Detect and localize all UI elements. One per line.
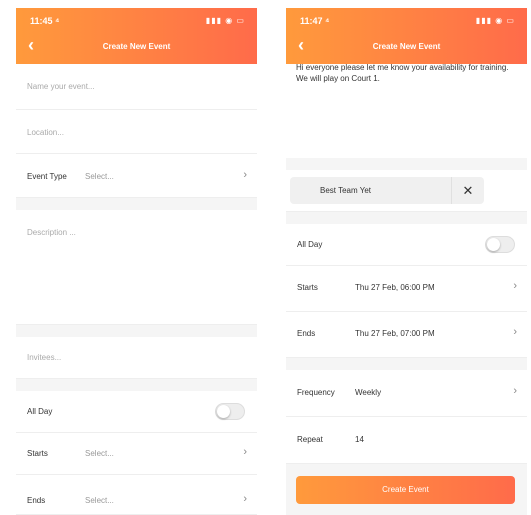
starts-value: Thu 27 Feb, 06:00 PM <box>355 283 435 292</box>
repeat-value: 14 <box>355 435 364 444</box>
ends-label: Ends <box>27 496 46 505</box>
section-divider <box>286 212 527 224</box>
chevron-right-icon: › <box>243 446 247 458</box>
location-placeholder: Location... <box>27 128 64 137</box>
description-text: Hi everyone please let me know your avai… <box>296 63 509 83</box>
event-type-row[interactable]: Event Type Select... › <box>16 154 257 198</box>
ends-value: Select... <box>85 496 114 505</box>
chevron-right-icon: › <box>243 493 247 505</box>
create-event-button[interactable]: Create Event <box>296 476 515 504</box>
screen-create-event-filled: Hi everyone please let me know your avai… <box>286 8 527 515</box>
description-field[interactable]: Hi everyone please let me know your avai… <box>286 54 527 158</box>
starts-row[interactable]: Starts Select... › <box>16 433 257 475</box>
ends-value: Thu 27 Feb, 07:00 PM <box>355 329 435 338</box>
event-name-placeholder: Name your event... <box>27 82 95 91</box>
starts-label: Starts <box>27 449 48 458</box>
toggle-knob <box>487 238 500 251</box>
invitees-placeholder: Invitees... <box>27 353 62 362</box>
chevron-right-icon: › <box>513 385 517 397</box>
toggle-knob <box>217 405 230 418</box>
starts-row[interactable]: Starts Thu 27 Feb, 06:00 PM › <box>286 266 527 312</box>
nav-bar: 11:47 ⁴ ▮▮▮ ◉ ▭ ‹ Create New Event <box>286 8 527 64</box>
section-divider <box>16 325 257 337</box>
description-field[interactable]: Description ... <box>16 210 257 325</box>
screen-create-event-empty: 11:45 ⁴ ▮▮▮ ◉ ▭ ‹ Create New Event Name … <box>16 8 257 515</box>
frequency-label: Frequency <box>297 388 335 397</box>
all-day-row: All Day <box>16 391 257 433</box>
all-day-label: All Day <box>27 407 53 416</box>
chevron-right-icon: › <box>513 326 517 338</box>
section-divider <box>16 198 257 210</box>
frequency-row[interactable]: Frequency Weekly › <box>286 370 527 417</box>
status-icons: ▮▮▮ ◉ ▭ <box>205 16 245 25</box>
event-name-field[interactable]: Name your event... <box>16 64 257 110</box>
all-day-toggle[interactable] <box>215 403 245 420</box>
page-title: Create New Event <box>102 42 171 51</box>
all-day-row: All Day <box>286 224 527 266</box>
all-day-label: All Day <box>297 240 323 249</box>
frequency-value: Weekly <box>355 388 382 397</box>
section-divider <box>286 158 527 170</box>
invitee-chip: Best Team Yet ✕ <box>290 177 484 204</box>
status-time: 11:47 ⁴ <box>300 16 330 26</box>
ends-label: Ends <box>297 329 316 338</box>
repeat-row[interactable]: Repeat 14 <box>286 417 527 464</box>
all-day-toggle[interactable] <box>485 236 515 253</box>
repeat-label: Repeat <box>297 435 323 444</box>
close-icon[interactable]: ✕ <box>451 177 484 204</box>
invitee-chip-label: Best Team Yet <box>320 186 371 195</box>
ends-row[interactable]: Ends Select... › <box>16 475 257 515</box>
section-divider <box>286 358 527 370</box>
starts-value: Select... <box>85 449 114 458</box>
nav-bar: 11:45 ⁴ ▮▮▮ ◉ ▭ ‹ Create New Event <box>16 8 257 64</box>
chevron-right-icon: › <box>513 280 517 292</box>
invitees-field[interactable]: Best Team Yet ✕ <box>286 170 527 212</box>
page-title: Create New Event <box>372 42 441 51</box>
invitees-field[interactable]: Invitees... <box>16 337 257 379</box>
status-time: 11:45 ⁴ <box>30 16 60 26</box>
description-placeholder: Description ... <box>27 228 76 237</box>
section-divider <box>16 379 257 391</box>
ends-row[interactable]: Ends Thu 27 Feb, 07:00 PM › <box>286 312 527 358</box>
status-icons: ▮▮▮ ◉ ▭ <box>475 16 515 25</box>
footer-area: Create Event <box>286 464 527 515</box>
starts-label: Starts <box>297 283 318 292</box>
chevron-right-icon: › <box>243 169 247 181</box>
event-type-label: Event Type <box>27 172 67 181</box>
event-type-value: Select... <box>85 172 114 181</box>
location-field[interactable]: Location... <box>16 110 257 154</box>
